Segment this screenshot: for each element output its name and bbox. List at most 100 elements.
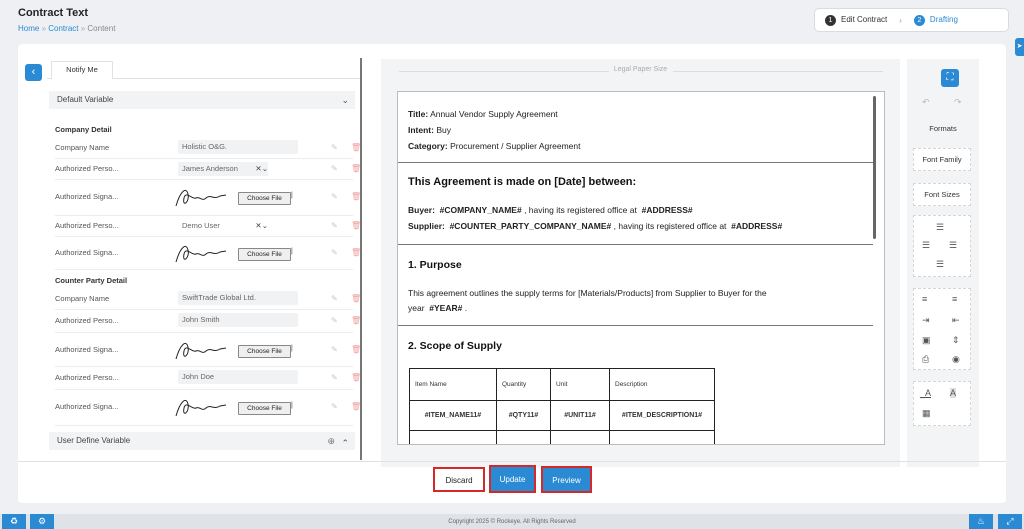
clear-chevron-icon[interactable]: ✕⌄ xyxy=(255,219,268,233)
edit-icon[interactable]: ✎ xyxy=(331,192,338,201)
company-name-field[interactable]: Holistic O&G. xyxy=(178,140,298,154)
counter-authorized-person-field[interactable]: John Smith xyxy=(178,313,298,327)
align-right-icon[interactable]: ☰ xyxy=(949,240,957,251)
collapse-panel-button[interactable]: ‹ xyxy=(25,64,42,81)
delete-icon[interactable]: 🗑 xyxy=(351,316,360,325)
counter-party-title: Counter Party Detail xyxy=(55,276,128,285)
align-center-icon[interactable]: ☰ xyxy=(922,240,930,251)
text-color-icon[interactable]: _A xyxy=(920,388,931,398)
counter-company-name-field[interactable]: SwiftTrade Global Ltd. xyxy=(178,291,298,305)
delete-icon[interactable]: 🗑 xyxy=(351,248,360,257)
signature-image xyxy=(175,343,227,360)
list-item: Authorized Signa... Choose File | ✎ 🗑 xyxy=(55,236,360,270)
choose-file-button[interactable]: Choose File xyxy=(238,192,291,205)
font-family-button[interactable]: Font Family xyxy=(913,148,971,171)
scope-heading: 2. Scope of Supply xyxy=(408,340,502,352)
supply-table[interactable]: Item Name Quantity Unit Description #ITE… xyxy=(409,368,715,444)
format-toolbar: ⛶ ↶ ↷ Formats Font Family Font Sizes ☰ ☰… xyxy=(907,59,979,467)
delete-icon[interactable]: 🗑 xyxy=(351,373,360,382)
delete-icon[interactable]: 🗑 xyxy=(351,402,360,411)
edit-icon[interactable]: ✎ xyxy=(331,143,338,152)
document-page[interactable]: Title: Annual Vendor Supply Agreement In… xyxy=(397,91,885,445)
discard-button[interactable]: Discard xyxy=(433,467,485,492)
edit-icon[interactable]: ✎ xyxy=(331,164,338,173)
expand-icon[interactable]: ⤢ xyxy=(998,514,1022,529)
redo-icon[interactable]: ↷ xyxy=(954,97,962,108)
alignment-group: ☰ ☰ ☰ ☰ xyxy=(913,215,971,277)
edit-icon[interactable]: ✎ xyxy=(331,248,338,257)
align-left-icon[interactable]: ☰ xyxy=(936,222,944,233)
authorized-person-select[interactable]: Demo User ✕⌄ xyxy=(178,219,268,233)
highlight-icon[interactable]: A xyxy=(950,388,957,398)
clear-chevron-icon[interactable]: ✕⌄ xyxy=(255,162,268,176)
step-edit-contract[interactable]: 1 Edit Contract xyxy=(825,14,887,26)
chevron-up-icon: ⌃ xyxy=(341,438,349,448)
page-title: Contract Text xyxy=(18,7,89,19)
breadcrumb-contract[interactable]: Contract xyxy=(48,24,78,33)
company-detail-title: Company Detail xyxy=(55,125,112,134)
list-item: Authorized Perso... Demo User ✕⌄ ✎ 🗑 xyxy=(55,215,360,237)
edit-icon[interactable]: ✎ xyxy=(331,294,338,303)
side-tab-icon[interactable]: ➤ xyxy=(1015,38,1024,56)
breadcrumb-home[interactable]: Home xyxy=(18,24,39,33)
signature-image xyxy=(175,246,227,263)
image-icon[interactable]: ▣ xyxy=(922,335,931,346)
step-drafting[interactable]: 2 Drafting xyxy=(913,14,958,26)
font-sizes-button[interactable]: Font Sizes xyxy=(913,183,971,206)
indent-icon[interactable]: ⇥ xyxy=(922,315,930,326)
add-circle-icon[interactable]: ⊕ xyxy=(327,432,335,450)
text-style-group: _A A ▦ xyxy=(913,381,971,426)
breadcrumb: Home » Contract » Content xyxy=(18,24,116,33)
list-insert-group: ≡ ≡ ⇥ ⇤ ▣ ⇕ ⎙ ◉ xyxy=(913,288,971,370)
chevron-down-icon: ⌄ xyxy=(341,95,349,105)
list-item: Authorized Perso... John Doe ✎ 🗑 xyxy=(55,366,360,390)
numbered-list-icon[interactable]: ≡ xyxy=(952,294,957,304)
edit-icon[interactable]: ✎ xyxy=(331,402,338,411)
eye-icon[interactable]: ◉ xyxy=(952,354,960,365)
chevron-right-icon: › xyxy=(899,15,902,25)
edit-icon[interactable]: ✎ xyxy=(331,221,338,230)
choose-file-button[interactable]: Choose File xyxy=(238,402,291,415)
print-icon[interactable]: ⎙ xyxy=(922,354,929,365)
undo-icon[interactable]: ↶ xyxy=(922,97,930,108)
delete-icon[interactable]: 🗑 xyxy=(351,221,360,230)
edit-icon[interactable]: ✎ xyxy=(331,316,338,325)
default-variable-header[interactable]: Default Variable ⌄ xyxy=(49,91,355,109)
document-canvas: Legal Paper Size Title: Annual Vendor Su… xyxy=(381,59,900,467)
bullet-list-icon[interactable]: ≡ xyxy=(922,294,927,304)
delete-icon[interactable]: 🗑 xyxy=(351,143,360,152)
align-justify-icon[interactable]: ☰ xyxy=(936,259,944,270)
user-define-variable-header[interactable]: User Define Variable ⊕ ⌃ xyxy=(49,432,355,450)
fullscreen-button[interactable]: ⛶ xyxy=(941,69,959,87)
list-item: Authorized Signa... Choose File | ✎ 🗑 xyxy=(55,389,360,426)
document-scrollbar[interactable] xyxy=(873,96,876,239)
choose-file-button[interactable]: Choose File xyxy=(238,345,291,358)
table-icon[interactable]: ▦ xyxy=(922,408,931,419)
agreement-heading: This Agreement is made on [Date] between… xyxy=(408,176,637,188)
delete-icon[interactable]: 🗑 xyxy=(351,164,360,173)
fire-icon[interactable]: ♨ xyxy=(969,514,993,529)
list-item: Company Name Holistic O&G. ✎ 🗑 xyxy=(55,138,360,159)
breadcrumb-content: Content xyxy=(87,24,116,33)
copyright-text: Copyright 2025 © Rockeye. All Rights Res… xyxy=(448,519,576,525)
authorized-person-select[interactable]: James Anderson ✕⌄ xyxy=(178,162,268,176)
tab-notify-me[interactable]: Notify Me xyxy=(51,61,113,79)
counter-authorized-person-field[interactable]: John Doe xyxy=(178,370,298,384)
purpose-heading: 1. Purpose xyxy=(408,259,462,271)
settings-icon[interactable]: ⚙ xyxy=(30,514,54,529)
list-item: Authorized Signa... Choose File | ✎ 🗑 xyxy=(55,332,360,367)
delete-icon[interactable]: 🗑 xyxy=(351,345,360,354)
list-item: Authorized Signa... Choose File | ✎ 🗑 xyxy=(55,179,360,216)
edit-icon[interactable]: ✎ xyxy=(331,345,338,354)
formats-label: Formats xyxy=(929,124,957,133)
delete-icon[interactable]: 🗑 xyxy=(351,294,360,303)
outdent-icon[interactable]: ⇤ xyxy=(952,315,960,326)
edit-icon[interactable]: ✎ xyxy=(331,373,338,382)
delete-icon[interactable]: 🗑 xyxy=(351,192,360,201)
update-button[interactable]: Update xyxy=(489,465,536,493)
recycle-icon[interactable]: ♻ xyxy=(2,514,26,529)
list-item: Authorized Perso... John Smith ✎ 🗑 xyxy=(55,309,360,333)
preview-button[interactable]: Preview xyxy=(541,466,592,493)
choose-file-button[interactable]: Choose File xyxy=(238,248,291,261)
page-break-icon[interactable]: ⇕ xyxy=(952,335,960,346)
